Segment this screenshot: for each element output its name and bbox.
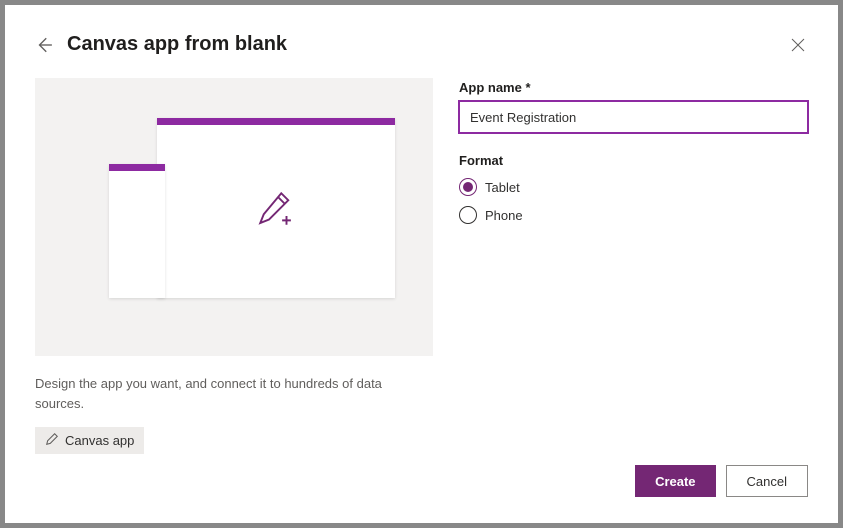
- radio-icon: [459, 206, 477, 224]
- canvas-app-tag: Canvas app: [35, 427, 144, 454]
- tablet-preview-shape: [157, 118, 395, 298]
- radio-label: Tablet: [485, 180, 520, 195]
- canvas-app-dialog: Canvas app from blank De: [5, 5, 838, 523]
- preview-description: Design the app you want, and connect it …: [35, 374, 433, 413]
- dialog-footer: Create Cancel: [635, 465, 808, 497]
- format-option-phone[interactable]: Phone: [459, 206, 808, 224]
- create-button[interactable]: Create: [635, 465, 715, 497]
- pencil-plus-icon: [255, 188, 297, 235]
- dialog-header: Canvas app from blank: [35, 33, 808, 56]
- preview-column: Design the app you want, and connect it …: [35, 78, 433, 454]
- app-name-label: App name *: [459, 80, 808, 95]
- dialog-title: Canvas app from blank: [67, 33, 287, 56]
- tag-label: Canvas app: [65, 433, 134, 448]
- app-name-input[interactable]: [459, 101, 808, 133]
- back-arrow-icon[interactable]: [35, 36, 53, 54]
- app-preview: [35, 78, 433, 356]
- phone-preview-shape: [109, 164, 165, 298]
- format-label: Format: [459, 153, 808, 168]
- format-option-tablet[interactable]: Tablet: [459, 178, 808, 196]
- dialog-content: Design the app you want, and connect it …: [35, 78, 808, 454]
- radio-label: Phone: [485, 208, 523, 223]
- close-icon[interactable]: [790, 37, 806, 53]
- cancel-button[interactable]: Cancel: [726, 465, 808, 497]
- form-column: App name * Format Tablet Phone: [459, 78, 808, 454]
- radio-icon: [459, 178, 477, 196]
- format-section: Format Tablet Phone: [459, 153, 808, 224]
- pencil-icon: [45, 432, 59, 449]
